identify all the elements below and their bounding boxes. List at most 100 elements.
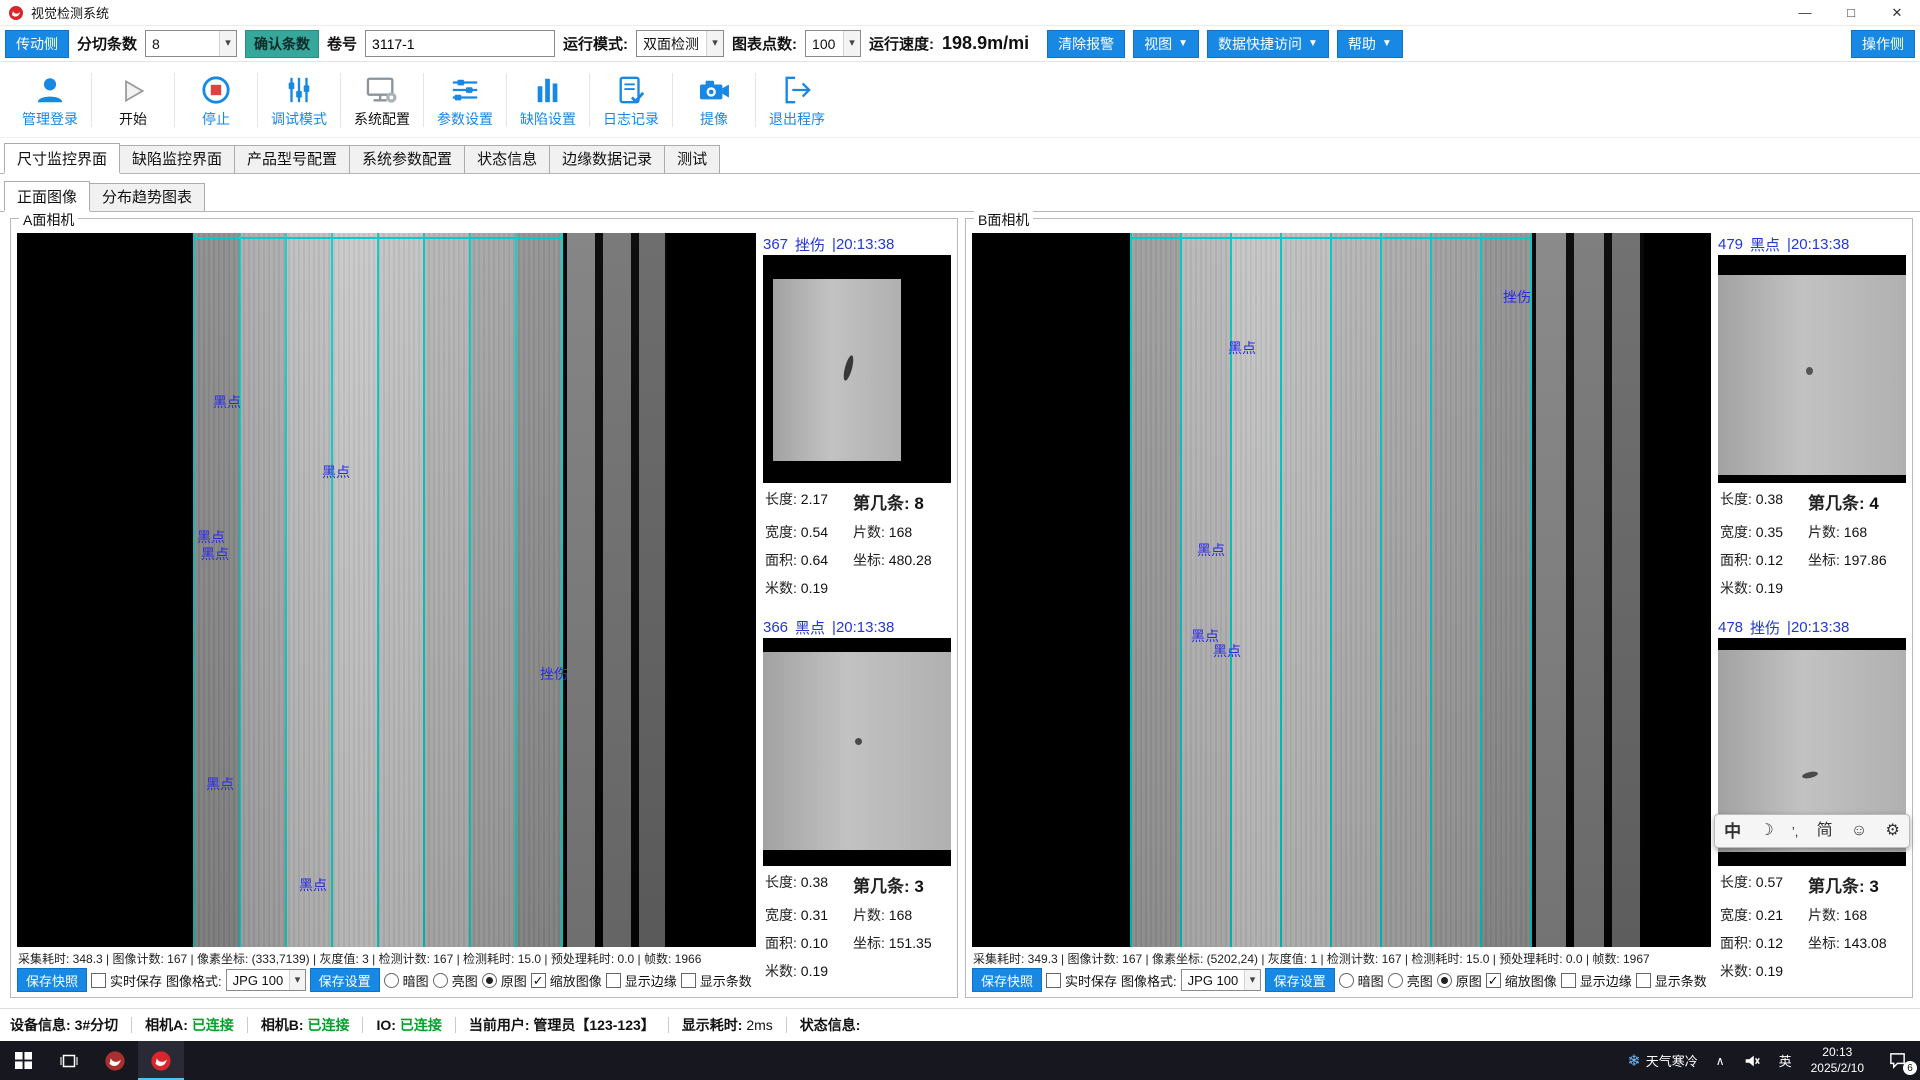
show-edges-checkbox[interactable] (606, 973, 621, 988)
view-menu-button[interactable]: 视图 ▼ (1133, 30, 1199, 58)
tab-status-info[interactable]: 状态信息 (464, 145, 550, 173)
taskbar-app-button-active[interactable] (138, 1041, 184, 1080)
tab-front-image[interactable]: 正面图像 (4, 181, 90, 212)
film-strips-edge (1532, 233, 1644, 947)
show-count-label: 显示条数 (700, 971, 752, 990)
zoom-image-checkbox[interactable]: ✓ (1486, 973, 1501, 988)
stat-strip: 第几条: 3 (853, 872, 949, 897)
dark-image-radio[interactable] (384, 973, 399, 988)
save-settings-button[interactable]: 保存设置 (1265, 968, 1335, 992)
close-button[interactable]: ✕ (1874, 0, 1920, 25)
realtime-save-checkbox[interactable] (1046, 973, 1061, 988)
weather-widget[interactable]: ❄ 天气寒冷 (1618, 1041, 1706, 1080)
admin-login-button[interactable]: 管理登录 (12, 66, 88, 134)
exit-program-button[interactable]: 退出程序 (759, 66, 835, 134)
defect-stats: 长度: 0.38 第几条: 4 宽度: 0.35 片数: 168 面积: 0.1… (1718, 483, 1906, 602)
save-snapshot-button[interactable]: 保存快照 (17, 968, 87, 992)
ime-fullwidth-moon-icon[interactable]: ☽ (1759, 823, 1773, 839)
roll-number-input[interactable] (365, 30, 555, 57)
check-icon: ✓ (1488, 974, 1499, 987)
minimize-button[interactable]: — (1782, 0, 1828, 25)
image-format-select[interactable]: JPG 100 ▾ (1181, 969, 1261, 991)
defect-annotation: 挫伤 (540, 664, 568, 684)
capture-image-button[interactable]: 提像 (676, 66, 752, 134)
ime-emoji-icon[interactable]: ☺ (1851, 823, 1867, 839)
run-mode-value: 双面检测 (637, 34, 706, 54)
stat-pieces: 片数: 168 (1808, 522, 1904, 542)
stat-value: 0.12 (1756, 552, 1783, 568)
show-edges-checkbox[interactable] (1561, 973, 1576, 988)
original-image-radio[interactable] (482, 973, 497, 988)
save-settings-button[interactable]: 保存设置 (310, 968, 380, 992)
stat-area: 面积: 0.12 (1720, 933, 1808, 953)
stat-label: 米数: (765, 963, 797, 979)
taskbar-tray: ❄ 天气寒冷 ∧ 英 20:13 2025/2/10 6 (1618, 1041, 1920, 1080)
stat-label: 宽度: (765, 907, 797, 923)
bright-image-radio[interactable] (433, 973, 448, 988)
run-speed-value: 198.9m/mi (942, 33, 1029, 54)
data-quick-access-label: 数据快捷访问 (1218, 34, 1302, 54)
tab-test[interactable]: 测试 (664, 145, 720, 173)
language-indicator[interactable]: 英 (1770, 1041, 1801, 1080)
stat-value: 0.12 (1756, 935, 1783, 951)
param-settings-button[interactable]: 参数设置 (427, 66, 503, 134)
film-surface (763, 652, 951, 850)
stat-area: 面积: 0.64 (765, 550, 853, 570)
start-button[interactable] (0, 1041, 46, 1080)
help-menu-button[interactable]: 帮助 ▼ (1337, 30, 1403, 58)
slit-count-select[interactable]: 8 ▾ (145, 30, 237, 57)
show-count-checkbox[interactable] (1636, 973, 1651, 988)
task-view-button[interactable] (46, 1041, 92, 1080)
clear-alarm-button[interactable]: 清除报警 (1047, 30, 1125, 58)
ime-simplified[interactable]: 简 (1817, 823, 1833, 839)
tab-size-monitor[interactable]: 尺寸监控界面 (4, 143, 120, 174)
operate-side-button[interactable]: 操作侧 (1851, 30, 1915, 58)
tab-defect-monitor[interactable]: 缺陷监控界面 (119, 145, 235, 173)
taskbar-clock[interactable]: 20:13 2025/2/10 (1801, 1045, 1874, 1076)
camera-b-panel: B面相机 挫伤 黑点 黑点 黑点 黑点 采集耗时: 349.3 | 图像计数: … (965, 218, 1913, 998)
image-format-select[interactable]: JPG 100 ▾ (226, 969, 306, 991)
exit-icon (782, 71, 812, 105)
show-edges-label: 显示边缘 (1580, 971, 1632, 990)
stop-button[interactable]: 停止 (178, 66, 254, 134)
defect-card[interactable]: 367 挫伤 |20:13:38 长度: 2.17 第几条: 8 宽度: 0.5… (763, 233, 951, 602)
chart-points-select[interactable]: 100 ▾ (805, 30, 861, 57)
defect-card[interactable]: 366 黑点 |20:13:38 长度: 0.38 第几条: 3 宽度: 0.3… (763, 616, 951, 985)
tab-edge-data-record[interactable]: 边缘数据记录 (549, 145, 665, 173)
bars-icon (533, 71, 563, 105)
dark-image-radio[interactable] (1339, 973, 1354, 988)
show-count-checkbox[interactable] (681, 973, 696, 988)
log-record-label: 日志记录 (603, 109, 659, 129)
action-center-button[interactable]: 6 (1874, 1041, 1920, 1080)
realtime-save-checkbox[interactable] (91, 973, 106, 988)
tab-product-model-config[interactable]: 产品型号配置 (234, 145, 350, 173)
tray-expand-button[interactable]: ∧ (1707, 1041, 1734, 1080)
taskbar-app-button[interactable] (92, 1041, 138, 1080)
tab-distribution-trend-chart[interactable]: 分布趋势图表 (89, 183, 205, 211)
confirm-count-button[interactable]: 确认条数 (245, 30, 319, 58)
ime-mode-chinese[interactable]: 中 (1724, 823, 1741, 840)
system-config-button[interactable]: 系统配置 (344, 66, 420, 134)
stat-label: 宽度: (1720, 907, 1752, 923)
defect-settings-button[interactable]: 缺陷设置 (510, 66, 586, 134)
start-button[interactable]: 开始 (95, 66, 171, 134)
original-image-radio[interactable] (1437, 973, 1452, 988)
status-bar: 设备信息: 3#分切 相机A: 已连接 相机B: 已连接 IO: 已连接 当前用… (0, 1008, 1920, 1041)
chevron-down-icon: ▼ (1382, 38, 1392, 49)
maximize-button[interactable]: □ (1828, 0, 1874, 25)
bright-image-radio[interactable] (1388, 973, 1403, 988)
defect-card[interactable]: 479 黑点 |20:13:38 长度: 0.38 第几条: 4 宽度: 0.3… (1718, 233, 1906, 602)
run-mode-label: 运行模式: (563, 33, 628, 54)
run-mode-select[interactable]: 双面检测 ▾ (636, 30, 724, 57)
data-quick-access-menu-button[interactable]: 数据快捷访问 ▼ (1207, 30, 1329, 58)
ime-punctuation[interactable]: ’, (1792, 825, 1799, 838)
ime-settings-gear-icon[interactable]: ⚙ (1885, 823, 1899, 839)
volume-button[interactable] (1734, 1041, 1770, 1080)
debug-mode-button[interactable]: 调试模式 (261, 66, 337, 134)
log-record-button[interactable]: 日志记录 (593, 66, 669, 134)
defect-card[interactable]: 478 挫伤 |20:13:38 长度: 0.57 第几条: 3 宽度: 0.2… (1718, 616, 1906, 985)
tab-system-param-config[interactable]: 系统参数配置 (349, 145, 465, 173)
save-snapshot-button[interactable]: 保存快照 (972, 968, 1042, 992)
zoom-image-checkbox[interactable]: ✓ (531, 973, 546, 988)
drive-side-button[interactable]: 传动侧 (5, 30, 69, 58)
